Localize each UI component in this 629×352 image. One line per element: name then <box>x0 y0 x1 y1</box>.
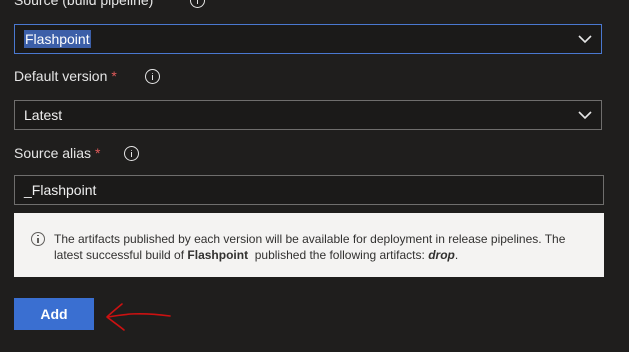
required-mark: * <box>95 145 101 161</box>
info-text-part2: published the following artifacts: <box>248 248 429 262</box>
default-version-value: Latest <box>24 107 63 123</box>
red-arrow-annotation <box>106 303 171 331</box>
info-icon[interactable] <box>124 146 139 161</box>
info-icon[interactable] <box>145 69 160 84</box>
chevron-down-icon <box>578 111 592 120</box>
info-artifact-name: drop <box>428 248 455 262</box>
source-select-value: Flashpoint <box>24 30 91 48</box>
source-label: Source (build pipeline) <box>14 0 154 8</box>
default-version-label-row: Default version * <box>14 66 160 86</box>
required-mark: * <box>111 68 117 84</box>
info-message: The artifacts published by each version … <box>14 213 604 277</box>
add-button[interactable]: Add <box>14 298 94 330</box>
info-pipeline-name: Flashpoint <box>187 248 249 262</box>
source-alias-label-row: Source alias * <box>14 143 139 163</box>
source-label-row: Source (build pipeline) <box>14 0 205 8</box>
info-text-end: . <box>454 248 459 262</box>
source-alias-input[interactable]: _Flashpoint <box>14 175 604 205</box>
source-alias-label: Source alias <box>14 145 92 161</box>
default-version-select[interactable]: Latest <box>14 100 602 130</box>
source-select[interactable]: Flashpoint <box>14 24 602 54</box>
info-icon <box>31 232 45 246</box>
chevron-down-icon <box>578 35 592 44</box>
source-alias-value: _Flashpoint <box>24 182 97 198</box>
info-icon[interactable] <box>190 0 205 8</box>
default-version-label: Default version <box>14 68 108 84</box>
